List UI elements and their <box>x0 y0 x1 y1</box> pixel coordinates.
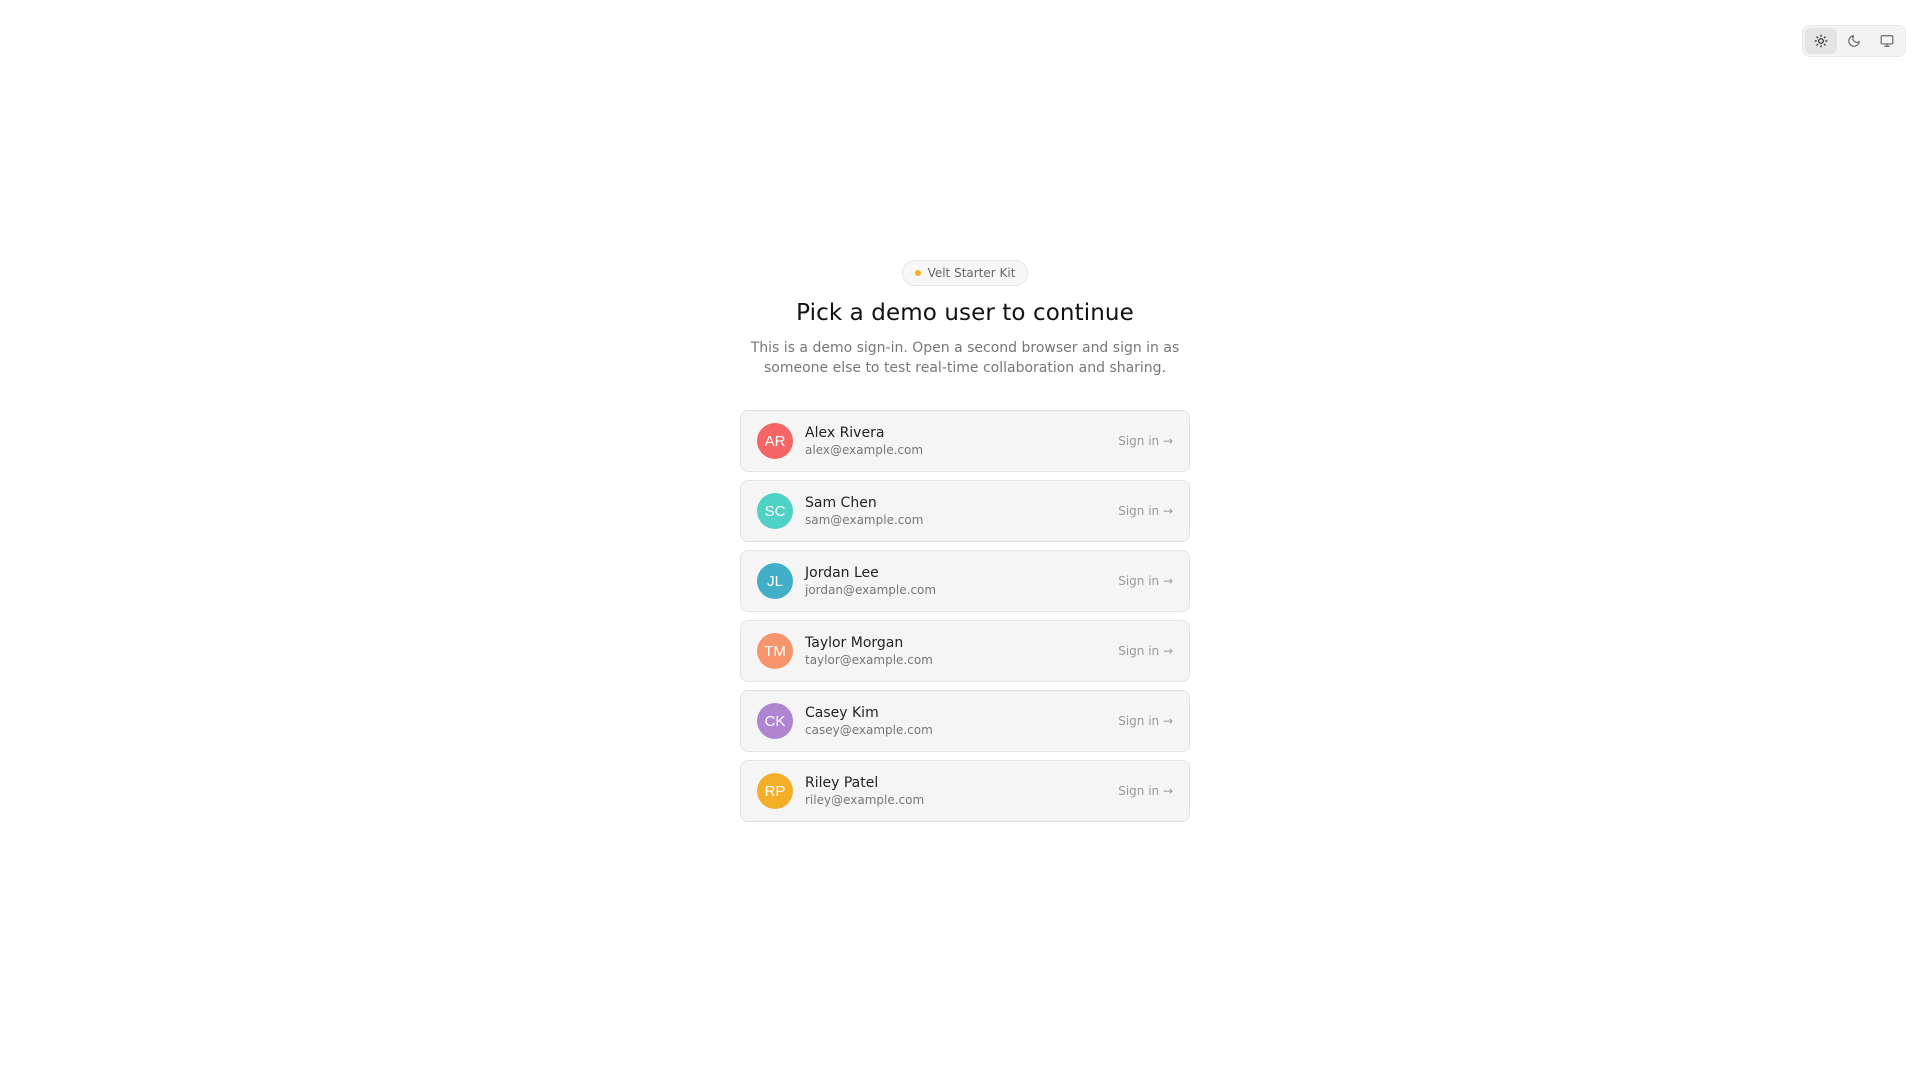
user-name: Jordan Lee <box>805 565 879 581</box>
user-info: Riley Patel riley@example.com <box>805 774 924 808</box>
user-info: Alex Rivera alex@example.com <box>805 424 923 458</box>
avatar-initials: TM <box>764 642 786 660</box>
user-email: taylor@example.com <box>805 653 933 667</box>
user-name: Taylor Morgan <box>805 635 904 651</box>
user-name: Casey Kim <box>805 705 879 721</box>
sign-in-link[interactable]: Sign in → <box>1118 434 1173 448</box>
user-card-taylor[interactable]: TM Taylor Morgan taylor@example.com Sign… <box>740 620 1190 682</box>
user-email: sam@example.com <box>805 513 924 527</box>
sign-in-link[interactable]: Sign in → <box>1118 504 1173 518</box>
theme-dark-button[interactable] <box>1838 28 1870 54</box>
user-card-riley[interactable]: RP Riley Patel riley@example.com Sign in… <box>740 760 1190 822</box>
user-card-casey[interactable]: CK Casey Kim casey@example.com Sign in → <box>740 690 1190 752</box>
user-list: AR Alex Rivera alex@example.com Sign in … <box>740 410 1190 822</box>
sign-in-panel: Velt Starter Kit Pick a demo user to con… <box>740 260 1190 822</box>
avatar-initials: CK <box>764 712 786 730</box>
avatar: JL <box>757 563 793 599</box>
avatar: RP <box>757 773 793 809</box>
avatar: AR <box>757 423 793 459</box>
user-info: Sam Chen sam@example.com <box>805 494 923 528</box>
status-dot <box>914 270 921 276</box>
page-subtitle: This is a demo sign-in. Open a second br… <box>750 340 1180 376</box>
user-name: Alex Rivera <box>805 425 885 441</box>
avatar: CK <box>757 703 793 739</box>
user-card-sam[interactable]: SC Sam Chen sam@example.com Sign in → <box>740 480 1190 542</box>
theme-light-button[interactable] <box>1805 28 1837 54</box>
sign-in-link[interactable]: Sign in → <box>1118 644 1173 658</box>
moon-icon <box>1848 35 1860 47</box>
user-name: Riley Patel <box>805 775 879 791</box>
page-title: Pick a demo user to continue <box>796 300 1134 326</box>
sign-in-link[interactable]: Sign in → <box>1118 574 1173 588</box>
sign-in-link[interactable]: Sign in → <box>1118 784 1173 798</box>
avatar-initials: SC <box>764 502 786 520</box>
badge-label: Velt Starter Kit <box>927 266 1016 280</box>
user-info: Taylor Morgan taylor@example.com <box>805 634 933 668</box>
avatar: SC <box>757 493 793 529</box>
user-info: Casey Kim casey@example.com <box>805 704 933 738</box>
user-email: alex@example.com <box>805 443 924 457</box>
theme-system-button[interactable] <box>1871 28 1903 54</box>
monitor-icon <box>1880 35 1894 47</box>
user-card-jordan[interactable]: JL Jordan Lee jordan@example.com Sign in… <box>740 550 1190 612</box>
sign-in-link[interactable]: Sign in → <box>1118 714 1173 728</box>
theme-switcher <box>1802 25 1906 57</box>
user-card-alex[interactable]: AR Alex Rivera alex@example.com Sign in … <box>740 410 1190 472</box>
user-email: casey@example.com <box>805 723 933 737</box>
starter-kit-badge: Velt Starter Kit <box>901 260 1029 286</box>
user-name: Sam Chen <box>805 495 877 511</box>
avatar: TM <box>757 633 793 669</box>
user-email: jordan@example.com <box>805 583 937 597</box>
sun-icon <box>1814 34 1828 48</box>
avatar-initials: RP <box>764 782 786 800</box>
avatar-initials: AR <box>764 432 786 450</box>
user-info: Jordan Lee jordan@example.com <box>805 564 936 598</box>
user-email: riley@example.com <box>805 793 925 807</box>
avatar-initials: JL <box>767 572 783 590</box>
